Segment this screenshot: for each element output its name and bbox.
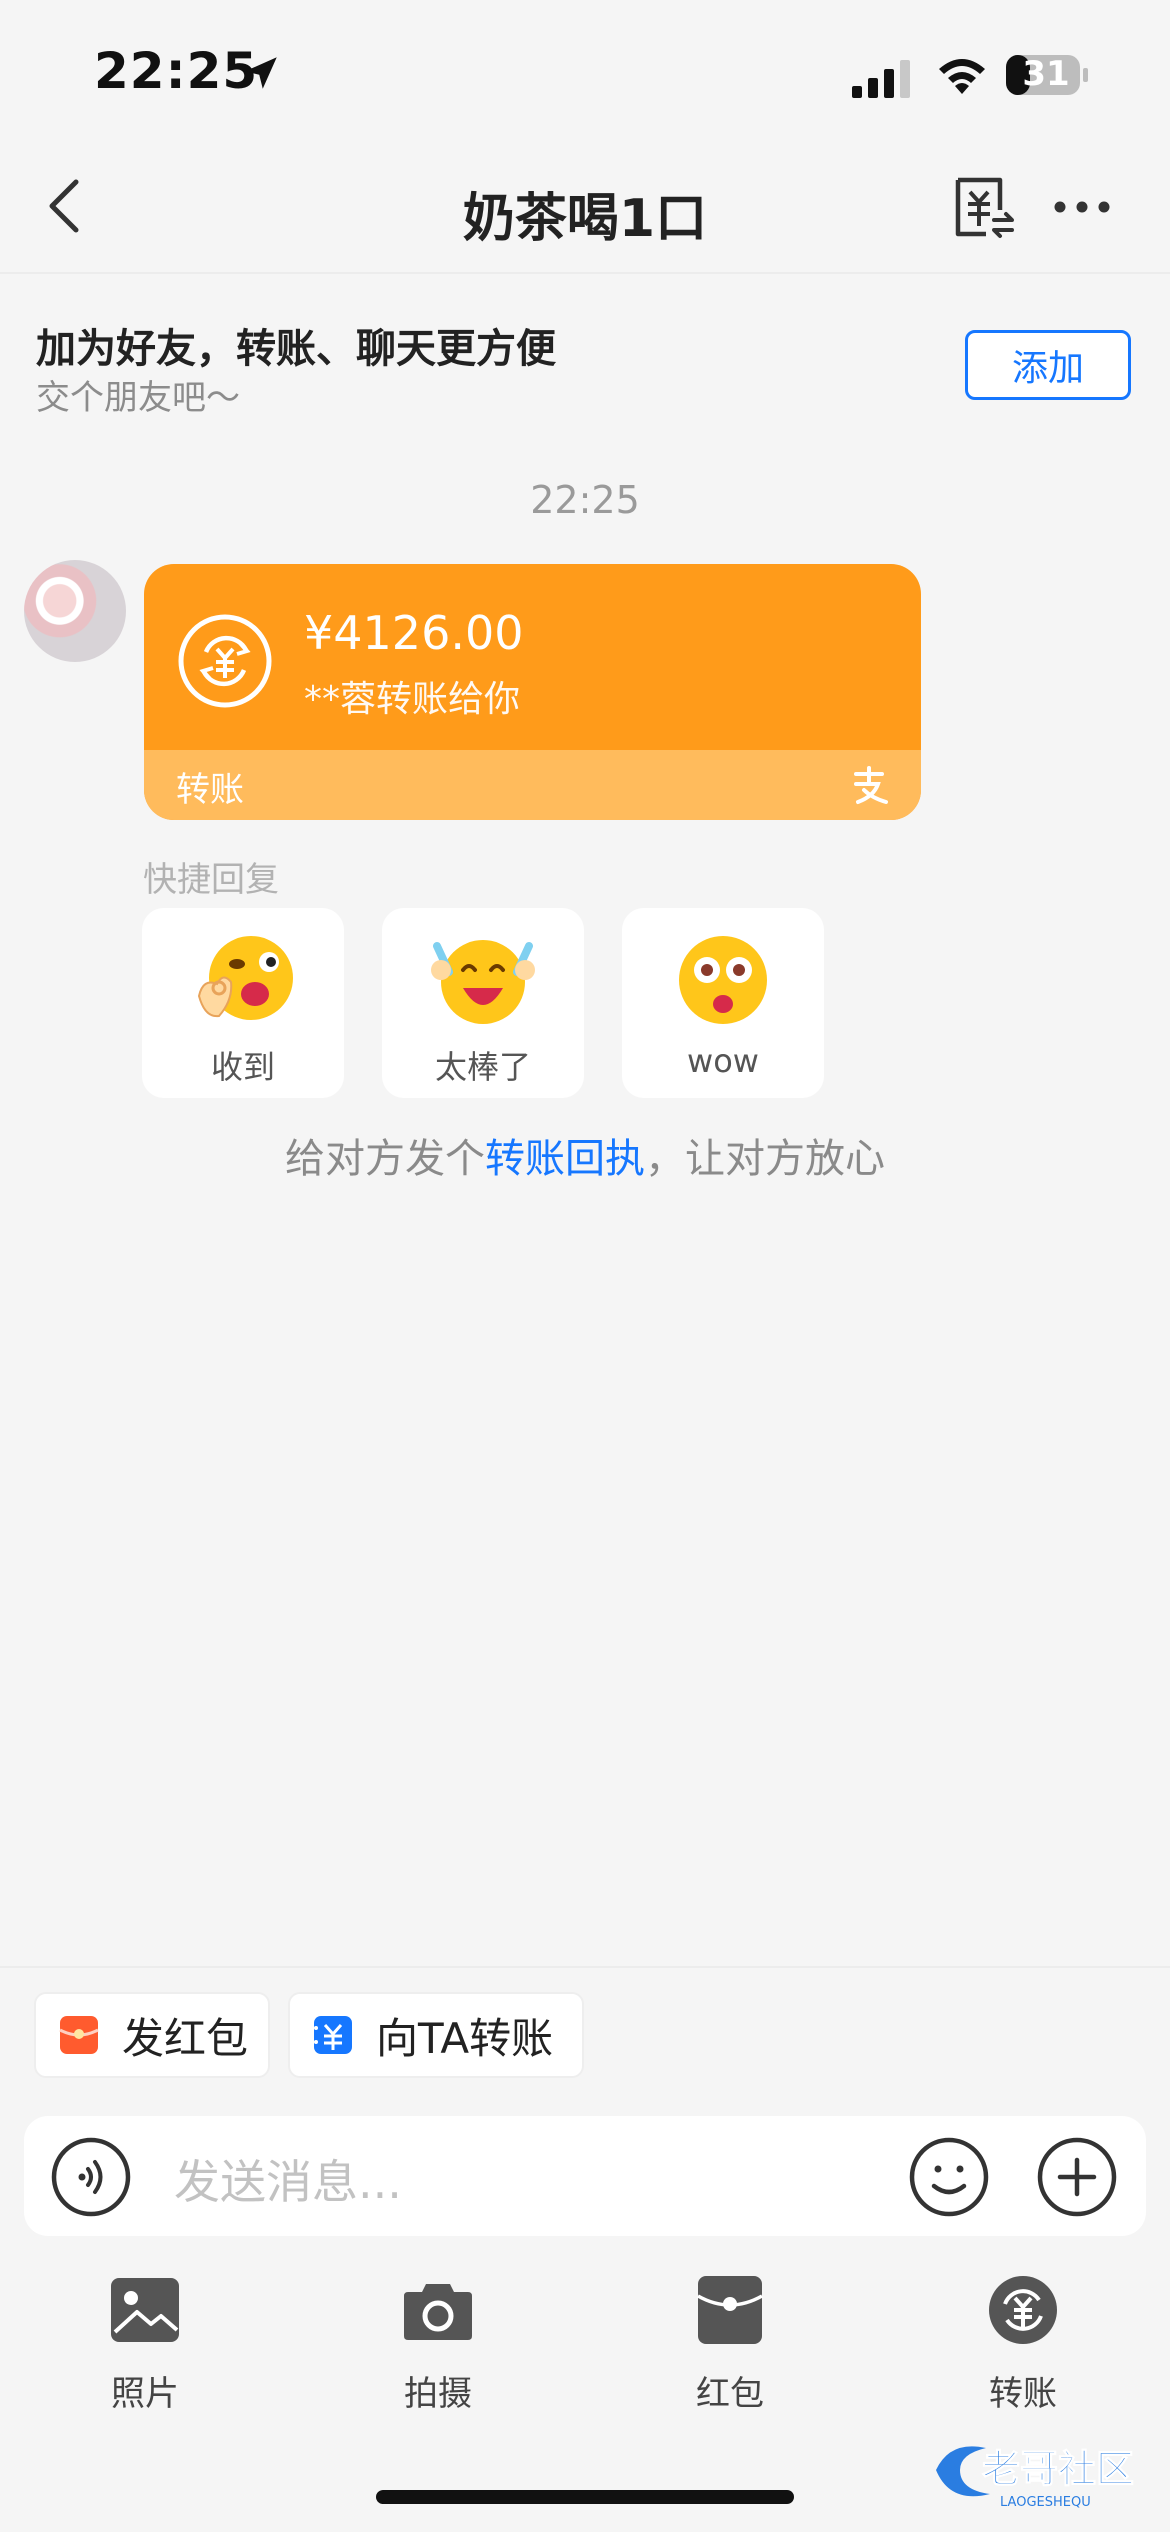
- toolbar-red-packet-label: 红包: [696, 2374, 764, 2414]
- transfer-to-ta-label: 向TA转账: [376, 2013, 554, 2063]
- battery-level: 31: [1022, 54, 1070, 94]
- transfer-message-card[interactable]: ¥4126.00 **蓉转账给你 转账: [144, 564, 921, 820]
- receipt-hint-prefix: 给对方发个: [285, 1136, 485, 1182]
- receipt-hint-suffix: ，让对方放心: [645, 1136, 885, 1182]
- toolbar-photo-label: 照片: [111, 2374, 179, 2414]
- bottom-divider: [0, 1966, 1170, 1968]
- page-title: 奶茶喝1口: [462, 189, 708, 249]
- alipay-logo-icon: [854, 766, 888, 804]
- transfer-receipt-link[interactable]: 转账回执: [485, 1136, 645, 1182]
- message-input-bar: 发送消息...: [24, 2116, 1146, 2236]
- transfer-icon: [989, 2276, 1057, 2344]
- toolbar-transfer-label: 转账: [989, 2374, 1057, 2414]
- quick-reply-label: 快捷回复: [143, 860, 279, 900]
- wifi-icon: [939, 59, 985, 94]
- toolbar-red-packet[interactable]: 红包: [640, 2274, 820, 2415]
- add-friend-title: 加为好友，转账、聊天更方便: [36, 326, 556, 372]
- home-indicator[interactable]: [376, 2490, 794, 2504]
- toolbar-photo[interactable]: 照片: [55, 2274, 235, 2415]
- back-chevron-icon[interactable]: [44, 176, 84, 236]
- quick-reply-text: 太棒了: [434, 1048, 531, 1086]
- location-arrow-icon: [245, 57, 277, 89]
- toolbar-camera-label: 拍摄: [404, 2374, 472, 2414]
- quick-reply-text: wow: [687, 1042, 759, 1080]
- send-red-packet-label: 发红包: [122, 2013, 249, 2063]
- camera-icon: [404, 2284, 472, 2340]
- message-timestamp: 22:25: [530, 478, 640, 522]
- transfer-card-footer: 转账: [144, 750, 921, 820]
- svg-text:老哥社区: 老哥社区: [982, 2447, 1134, 2491]
- transfer-sender: **蓉转账给你: [304, 679, 521, 720]
- send-red-packet-button[interactable]: 发红包: [34, 1992, 270, 2078]
- toolbar-camera[interactable]: 拍摄: [348, 2274, 528, 2415]
- transfer-bill-icon[interactable]: [950, 176, 1016, 242]
- red-packet-icon: [59, 2016, 99, 2054]
- cellular-signal-icon: [852, 60, 910, 98]
- toolbar-transfer[interactable]: 转账: [933, 2274, 1113, 2415]
- plus-icon[interactable]: [1036, 2136, 1118, 2218]
- voice-input-icon[interactable]: [50, 2136, 132, 2218]
- svg-text:LAOGESHEQU: LAOGESHEQU: [1000, 2495, 1091, 2510]
- more-icon[interactable]: [1052, 192, 1112, 222]
- emoji-icon[interactable]: [908, 2136, 990, 2218]
- red-packet-icon: [697, 2276, 763, 2344]
- transfer-amount: ¥4126.00: [304, 606, 524, 660]
- quick-reply-wow[interactable]: wow: [622, 908, 824, 1098]
- add-friend-button[interactable]: 添加: [965, 330, 1131, 400]
- transfer-ticket-icon: [314, 2016, 352, 2054]
- transfer-coin-icon: [178, 614, 272, 708]
- quick-reply-text: 收到: [210, 1048, 275, 1086]
- transfer-to-ta-button[interactable]: 向TA转账: [288, 1992, 584, 2078]
- quick-reply-great[interactable]: 太棒了: [382, 908, 584, 1098]
- quick-reply-received[interactable]: 收到: [142, 908, 344, 1098]
- watermark-logo: 老哥社区 LAOGESHEQU: [936, 2446, 1135, 2510]
- ok-hand-emoji-icon: [197, 936, 293, 1020]
- photo-icon: [111, 2278, 179, 2342]
- nav-divider: [0, 272, 1170, 274]
- transfer-card-label: 转账: [176, 770, 244, 810]
- status-time: 22:25: [94, 42, 259, 100]
- transfer-receipt-hint: 给对方发个转账回执，让对方放心: [0, 1126, 1170, 1184]
- message-input[interactable]: 发送消息...: [174, 2146, 402, 2212]
- add-friend-subtitle: 交个朋友吧～: [36, 378, 240, 418]
- battery-indicator: 31: [1005, 52, 1091, 98]
- avatar[interactable]: [24, 560, 126, 662]
- surprised-emoji-icon: [679, 936, 767, 1024]
- cheering-emoji-icon: [431, 940, 535, 1024]
